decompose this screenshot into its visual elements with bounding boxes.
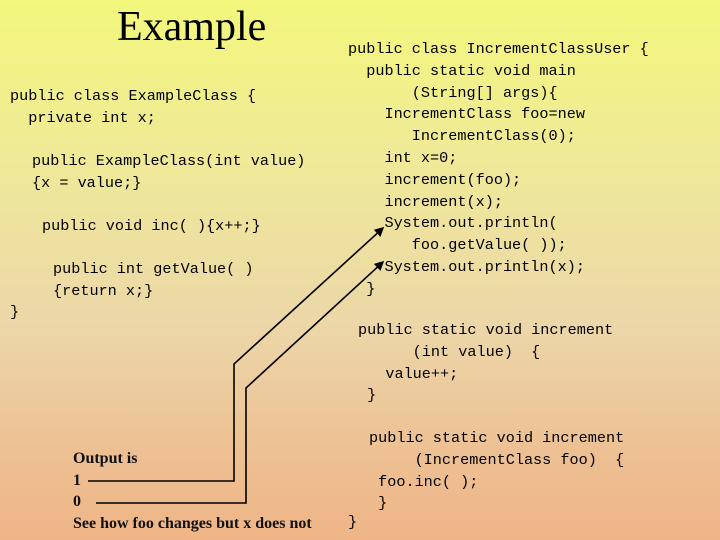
connector-line-foo-output: [88, 226, 385, 482]
connector-arrows: [88, 226, 385, 504]
connector-line-x-output: [96, 260, 385, 504]
